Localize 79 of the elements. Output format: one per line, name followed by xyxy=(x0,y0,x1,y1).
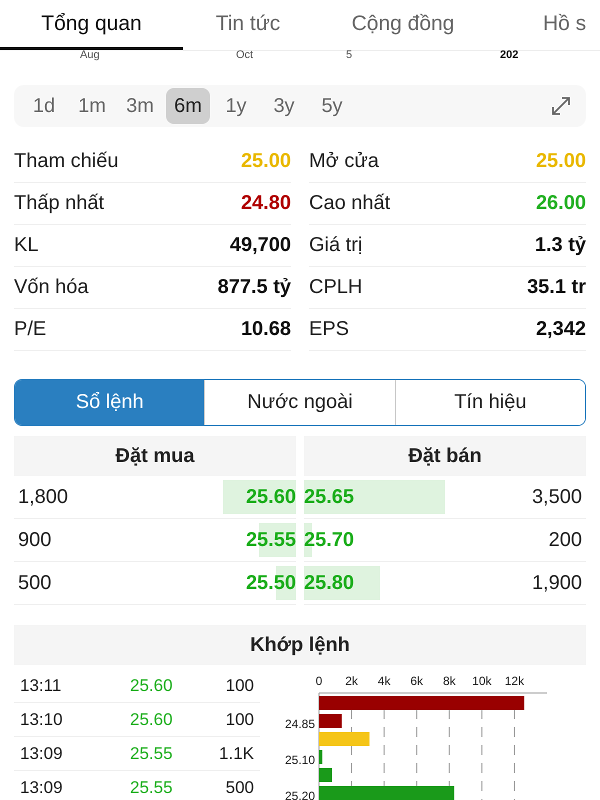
axis-tick-label: 10k xyxy=(472,674,492,688)
stat-label: CPLH xyxy=(309,276,362,299)
sell-volume: 1,900 xyxy=(532,572,583,594)
trade-time: 13:09 xyxy=(20,778,64,798)
trade-price: 25.55 xyxy=(130,744,174,764)
trade-price: 25.60 xyxy=(130,710,174,730)
trade-time: 13:10 xyxy=(20,710,64,730)
segment-tab[interactable]: Tín hiệu xyxy=(394,380,585,425)
tab[interactable]: Tin tức xyxy=(183,0,313,50)
period-button[interactable]: 3m xyxy=(118,88,162,124)
stat-value: 2,342 xyxy=(536,318,586,341)
stat-label: Thấp nhất xyxy=(14,192,104,215)
sell-price: 25.65 xyxy=(304,486,354,508)
axis-tick-label: 2k xyxy=(345,674,358,688)
stat-value: 25.00 xyxy=(536,150,586,173)
period-button[interactable]: 6m xyxy=(166,88,210,124)
price-label: 25.20 xyxy=(284,789,315,800)
axis-tick-label: 6k xyxy=(410,674,424,688)
tab[interactable]: Tổng quan xyxy=(0,0,183,50)
matched-header: Khớp lệnh xyxy=(14,625,586,665)
tab[interactable]: Hồ s xyxy=(493,0,586,50)
period-button[interactable]: 1d xyxy=(22,88,66,124)
buy-header: Đặt mua xyxy=(14,436,296,476)
stat-label: P/E xyxy=(14,318,46,341)
trade-volume: 100 xyxy=(224,710,254,730)
price-label: 25.10 xyxy=(284,753,315,767)
tab[interactable]: Cộng đồng xyxy=(313,0,493,50)
stat-label: Tham chiếu xyxy=(14,150,118,173)
period-button[interactable]: 1y xyxy=(214,88,258,124)
trade-volume: 1.1K xyxy=(218,744,254,764)
expand-icon[interactable] xyxy=(550,95,572,117)
stat-label: Vốn hóa xyxy=(14,276,89,299)
chart-axis-label: Aug xyxy=(80,49,100,61)
segment-tab[interactable]: Sổ lệnh xyxy=(15,380,204,425)
period-button[interactable]: 5y xyxy=(310,88,354,124)
period-button[interactable]: 1m xyxy=(70,88,114,124)
stat-value: 35.1 tr xyxy=(527,276,586,299)
axis-tick-label: 4k xyxy=(378,674,390,688)
volume-bar xyxy=(319,714,342,728)
volume-bar xyxy=(319,750,322,764)
stat-label: KL xyxy=(14,234,38,257)
axis-tick-label: 0 xyxy=(316,674,322,688)
trade-price: 25.60 xyxy=(130,676,174,696)
stat-value: 1.3 tỷ xyxy=(534,234,586,257)
stat-value: 877.5 tỷ xyxy=(218,276,291,299)
sell-volume: 3,500 xyxy=(532,486,583,508)
trade-time: 13:09 xyxy=(20,744,64,764)
trade-time: 13:11 xyxy=(20,676,62,696)
chart-axis-label: Oct xyxy=(236,49,254,61)
buy-volume: 900 xyxy=(17,528,52,552)
volume-bar xyxy=(319,768,332,782)
axis-tick-label: 8k xyxy=(442,674,456,688)
chart-axis-label: 5 xyxy=(346,49,352,61)
axis-tick-label: 12k xyxy=(504,674,524,688)
stat-value: 26.00 xyxy=(536,192,586,215)
stat-value: 24.80 xyxy=(240,192,291,215)
buy-volume: 500 xyxy=(17,572,52,594)
sell-header: Đặt bán xyxy=(304,436,586,476)
period-button[interactable]: 3y xyxy=(262,88,306,124)
sell-price: 25.70 xyxy=(304,528,354,552)
stat-value: 25.00 xyxy=(240,150,291,173)
stat-value: 10.68 xyxy=(240,318,291,341)
price-label: 24.85 xyxy=(284,717,315,731)
chart-axis-label: 202 xyxy=(500,49,518,61)
buy-price: 25.50 xyxy=(246,572,296,594)
stat-label: EPS xyxy=(309,318,350,341)
stat-value: 49,700 xyxy=(230,234,291,257)
stat-label: Giá trị xyxy=(309,234,362,257)
sell-price: 25.80 xyxy=(304,572,354,594)
trade-price: 25.55 xyxy=(130,778,174,798)
sell-volume: 200 xyxy=(548,528,583,552)
stat-label: Mở cửa xyxy=(309,150,379,173)
buy-volume: 1,800 xyxy=(17,486,68,508)
buy-price: 25.55 xyxy=(246,528,296,552)
trade-volume: 100 xyxy=(224,676,254,696)
trade-volume: 500 xyxy=(224,778,254,798)
volume-bar xyxy=(319,732,370,746)
stat-label: Cao nhất xyxy=(309,192,390,215)
buy-price: 25.60 xyxy=(246,486,296,508)
